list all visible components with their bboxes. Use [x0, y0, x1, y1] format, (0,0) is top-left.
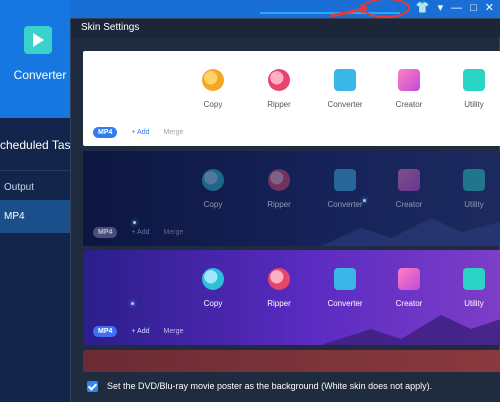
converter-tile[interactable]: Converter [0, 0, 70, 118]
add-label: + Add [131, 328, 150, 335]
mp4-pill: MP4 [93, 326, 118, 337]
skin-option-white[interactable]: Copy Ripper Converter Creator Utility MP… [83, 51, 500, 146]
module-utility: Utility [444, 268, 500, 308]
module-copy: Copy [183, 169, 243, 209]
module-ripper: Ripper [249, 69, 309, 109]
module-label: Creator [395, 100, 423, 109]
skin-preview-toolbar: MP4 + Add Merge [93, 127, 183, 138]
skin-preview-toolbar: MP4 + Add Merge [93, 227, 183, 238]
copy-icon [202, 69, 224, 91]
skin-settings-dialog: Skin Settings Copy Ripper Converter Crea… [70, 18, 500, 402]
copy-icon [202, 169, 224, 191]
ripper-icon [268, 69, 290, 91]
ripper-icon [268, 268, 290, 290]
module-creator: Creator [379, 169, 439, 209]
scheduled-task-label[interactable]: cheduled Task [0, 138, 77, 152]
module-label: Converter [327, 200, 363, 209]
module-converter: Converter [315, 268, 375, 308]
merge-label: Merge [163, 328, 184, 335]
skin-option-dark[interactable]: Copy Ripper Converter Creator Utility MP… [83, 151, 500, 246]
merge-label: Merge [163, 129, 184, 136]
creator-icon [398, 169, 420, 191]
utility-icon [463, 268, 485, 290]
module-label: Ripper [267, 299, 291, 308]
converter-icon [24, 26, 52, 54]
sparkle [131, 302, 134, 305]
window-controls: 👕 ▾ — □ ✕ [416, 1, 494, 15]
module-label: Ripper [267, 200, 291, 209]
module-label: Utility [464, 200, 484, 209]
module-copy: Copy [183, 69, 243, 109]
mp4-pill: MP4 [93, 227, 118, 238]
ripper-icon [268, 169, 290, 191]
module-converter: Converter [315, 69, 375, 109]
add-label: + Add [131, 129, 150, 136]
mountain-decoration [321, 315, 500, 345]
chevron-down-icon[interactable]: ▾ [438, 1, 444, 15]
utility-icon [463, 169, 485, 191]
module-ripper: Ripper [249, 268, 309, 308]
module-label: Copy [203, 299, 223, 308]
converter-label: Converter [13, 68, 67, 82]
module-label: Ripper [267, 100, 291, 109]
close-button[interactable]: ✕ [485, 1, 494, 15]
divider [0, 170, 70, 171]
add-label: + Add [131, 229, 150, 236]
module-creator: Creator [379, 268, 439, 308]
module-utility: Utility [444, 169, 500, 209]
skin-preview-toolbar: MP4 + Add Merge [93, 326, 183, 337]
copy-icon [202, 268, 224, 290]
module-utility: Utility [444, 69, 500, 109]
mp4-pill: MP4 [93, 127, 118, 138]
merge-label: Merge [163, 229, 184, 236]
output-label: Output [4, 182, 35, 193]
converter-icon [334, 69, 356, 91]
mountain-decoration [321, 218, 500, 246]
left-panel: Converter cheduled Task Output MP4 [0, 0, 77, 402]
skin-option-purple[interactable]: Copy Ripper Converter Creator Utility MP… [83, 250, 500, 345]
module-label: Utility [464, 100, 484, 109]
sparkle [133, 221, 136, 224]
minimize-button[interactable]: — [451, 1, 462, 15]
dialog-footer: Set the DVD/Blu-ray movie poster as the … [71, 372, 500, 402]
converter-icon [334, 268, 356, 290]
converter-icon [334, 169, 356, 191]
mp4-format-label: MP4 [4, 211, 25, 222]
mp4-format-item[interactable]: MP4 [0, 200, 70, 233]
creator-icon [398, 268, 420, 290]
module-converter: Converter [315, 169, 375, 209]
poster-background-label: Set the DVD/Blu-ray movie poster as the … [107, 381, 433, 391]
creator-icon [398, 69, 420, 91]
maximize-button[interactable]: □ [470, 1, 477, 15]
module-label: Converter [327, 299, 363, 308]
module-label: Utility [464, 299, 484, 308]
module-label: Creator [395, 200, 423, 209]
dialog-title: Skin Settings [81, 22, 140, 33]
module-label: Copy [203, 200, 223, 209]
poster-background-checkbox[interactable] [87, 381, 98, 392]
module-label: Converter [327, 100, 363, 109]
module-label: Copy [203, 100, 223, 109]
tshirt-icon[interactable]: 👕 [416, 1, 430, 15]
module-creator: Creator [379, 69, 439, 109]
utility-icon [463, 69, 485, 91]
module-ripper: Ripper [249, 169, 309, 209]
dialog-title-bar: Skin Settings [71, 19, 500, 37]
module-copy: Copy [183, 268, 243, 308]
module-label: Creator [395, 299, 423, 308]
app-title-bar: 👕 ▾ — □ ✕ [70, 0, 500, 18]
